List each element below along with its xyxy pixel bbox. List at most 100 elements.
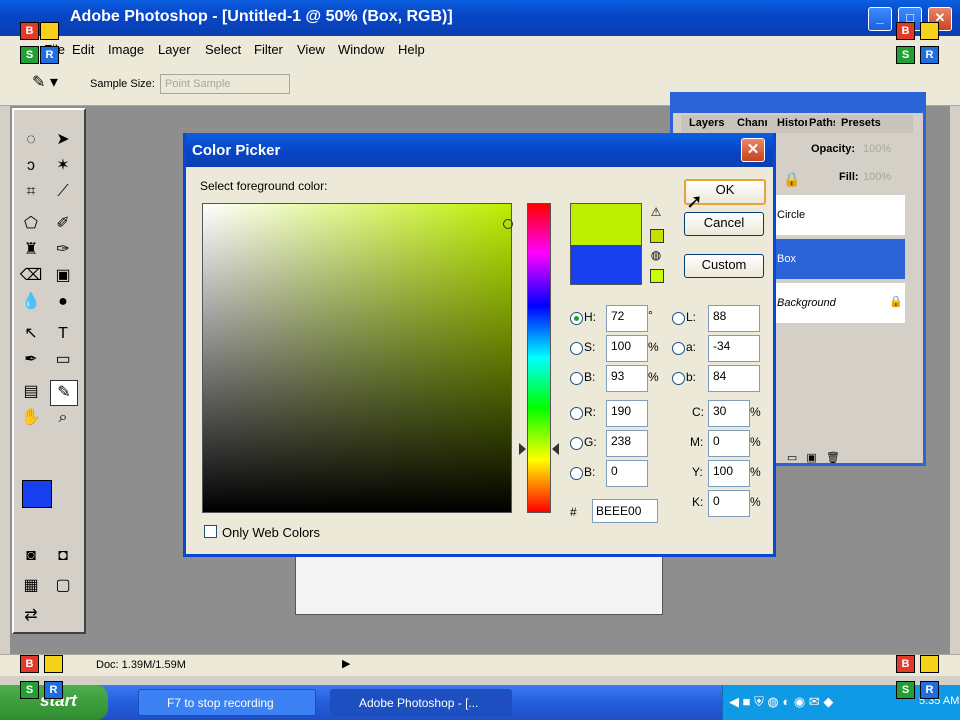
h-field[interactable]: 72 bbox=[606, 305, 648, 332]
menu-view[interactable]: View bbox=[297, 42, 325, 57]
menu-edit[interactable]: Edit bbox=[72, 42, 94, 57]
tab-paths[interactable]: Paths bbox=[809, 117, 835, 129]
blue-field[interactable]: 0 bbox=[606, 460, 648, 487]
dodge-icon[interactable]: ● bbox=[50, 290, 76, 314]
radio-h[interactable] bbox=[570, 312, 583, 325]
type-icon[interactable]: T bbox=[50, 322, 76, 346]
trash-icon[interactable]: 🗑 bbox=[826, 452, 840, 464]
tab-channels[interactable]: Channels bbox=[737, 117, 767, 129]
minimize-icon[interactable]: _ bbox=[868, 7, 892, 31]
hue-slider[interactable] bbox=[527, 203, 551, 513]
radio-s[interactable] bbox=[570, 342, 583, 355]
zoom-icon[interactable]: ⌕ bbox=[50, 406, 76, 430]
standard-mode-icon[interactable]: ◙ bbox=[18, 544, 44, 568]
m-field[interactable]: 0 bbox=[708, 430, 750, 457]
opacity-value[interactable]: 100% bbox=[863, 143, 891, 155]
c-field[interactable]: 30 bbox=[708, 400, 750, 427]
radio-a[interactable] bbox=[672, 342, 685, 355]
menu-select[interactable]: Select bbox=[205, 42, 241, 57]
hue-slider-right-arrow[interactable] bbox=[552, 443, 559, 455]
stamp-icon[interactable]: ♜ bbox=[18, 238, 44, 262]
radio-g[interactable] bbox=[570, 437, 583, 450]
screen-mode-icon[interactable]: ▦ bbox=[18, 574, 44, 598]
y-field[interactable]: 100 bbox=[708, 460, 750, 487]
m-unit: % bbox=[750, 435, 761, 449]
hex-field[interactable]: BEEE00 bbox=[592, 499, 658, 523]
document-canvas[interactable] bbox=[295, 555, 663, 615]
taskbar-item-photoshop[interactable]: Adobe Photoshop - [... bbox=[330, 689, 512, 716]
color-field-cursor[interactable] bbox=[503, 219, 513, 229]
taskbar-item-recording[interactable]: F7 to stop recording bbox=[138, 689, 316, 716]
new-set-icon[interactable]: ▭ bbox=[787, 452, 797, 464]
lab-b-field[interactable]: 84 bbox=[708, 365, 760, 392]
healing-icon[interactable]: ⬠ bbox=[18, 212, 44, 236]
color-field[interactable] bbox=[202, 203, 512, 513]
radio-b[interactable] bbox=[570, 372, 583, 385]
r-field[interactable]: 190 bbox=[606, 400, 648, 427]
radio-l[interactable] bbox=[672, 312, 685, 325]
cancel-button[interactable]: Cancel bbox=[684, 212, 764, 236]
menu-layer[interactable]: Layer bbox=[158, 42, 191, 57]
gamut-swatch[interactable] bbox=[650, 229, 664, 243]
notes-icon[interactable]: ▤ bbox=[18, 380, 44, 404]
brush-icon[interactable]: ✐ bbox=[50, 212, 76, 236]
gradient-icon[interactable]: ▣ bbox=[50, 264, 76, 288]
radio-blue[interactable] bbox=[570, 467, 583, 480]
a-field[interactable]: -34 bbox=[708, 335, 760, 362]
quickmask-mode-icon[interactable]: ◘ bbox=[50, 544, 76, 568]
tab-presets[interactable]: Presets bbox=[841, 117, 881, 129]
fullscreen-mode-icon[interactable]: ▢ bbox=[50, 574, 76, 598]
menu-filter[interactable]: Filter bbox=[254, 42, 283, 57]
select-foreground-label: Select foreground color: bbox=[200, 179, 328, 193]
gamut-warning-icon[interactable]: ⚠ bbox=[649, 205, 663, 219]
path-select-icon[interactable]: ↖ bbox=[18, 322, 44, 346]
sample-size-select[interactable]: Point Sample bbox=[160, 74, 290, 94]
move-icon[interactable]: ➤ bbox=[50, 128, 76, 152]
custom-button[interactable]: Custom bbox=[684, 254, 764, 278]
eyedropper-icon[interactable]: ✎ ▾ bbox=[32, 72, 72, 94]
title-bar[interactable]: Adobe Photoshop - [Untitled-1 @ 50% (Box… bbox=[0, 0, 960, 36]
window-title: Adobe Photoshop - [Untitled-1 @ 50% (Box… bbox=[70, 8, 453, 25]
web-safe-swatch[interactable] bbox=[650, 269, 664, 283]
c-unit: % bbox=[750, 405, 761, 419]
l-field[interactable]: 88 bbox=[708, 305, 760, 332]
status-menu-arrow-icon[interactable]: ▶ bbox=[342, 657, 350, 670]
menu-help[interactable]: Help bbox=[398, 42, 425, 57]
web-safe-warning-icon[interactable]: ◍ bbox=[649, 248, 663, 262]
close-icon[interactable]: ✕ bbox=[741, 138, 765, 162]
g-field[interactable]: 238 bbox=[606, 430, 648, 457]
tray-icons[interactable]: ◀ ■ ⛨ ◍ ◐ ◉ ✉ ◆ bbox=[729, 694, 833, 710]
pen-icon[interactable]: ✒ bbox=[18, 348, 44, 372]
hue-slider-left-arrow[interactable] bbox=[519, 443, 526, 455]
crop-icon[interactable]: ⌗ bbox=[18, 180, 44, 204]
layers-tabs: Layers Channels History Paths Presets bbox=[681, 115, 913, 133]
menu-image[interactable]: Image bbox=[108, 42, 144, 57]
fill-value[interactable]: 100% bbox=[863, 171, 891, 183]
layers-panel-titlebar[interactable] bbox=[673, 95, 923, 113]
k-field[interactable]: 0 bbox=[708, 490, 750, 517]
eraser-icon[interactable]: ⌫ bbox=[18, 264, 44, 288]
magic-wand-icon[interactable]: ✶ bbox=[50, 154, 76, 178]
shape-icon[interactable]: ▭ bbox=[50, 348, 76, 372]
lasso-icon[interactable]: ↄ bbox=[18, 154, 44, 178]
tab-history[interactable]: History bbox=[777, 117, 807, 129]
dialog-titlebar[interactable]: Color Picker ✕ bbox=[186, 133, 773, 167]
blur-icon[interactable]: 💧 bbox=[18, 290, 44, 314]
jump-to-imageready-icon[interactable]: ⇄ bbox=[18, 604, 44, 628]
radio-r[interactable] bbox=[570, 407, 583, 420]
s-field[interactable]: 100 bbox=[606, 335, 648, 362]
b-field[interactable]: 93 bbox=[606, 365, 648, 392]
only-web-colors-checkbox[interactable] bbox=[204, 525, 217, 538]
menu-window[interactable]: Window bbox=[338, 42, 384, 57]
slice-icon[interactable]: ⟋ bbox=[50, 180, 76, 204]
current-color-swatch[interactable] bbox=[570, 245, 642, 285]
radio-lab-b[interactable] bbox=[672, 372, 685, 385]
new-layer-icon[interactable]: ▣ bbox=[806, 452, 816, 464]
hand-icon[interactable]: ✋ bbox=[18, 406, 44, 430]
history-brush-icon[interactable]: ✑ bbox=[50, 238, 76, 262]
tab-layers[interactable]: Layers bbox=[689, 117, 724, 129]
lock-icon[interactable]: 🔒 bbox=[783, 171, 800, 188]
marquee-icon[interactable]: ◌ bbox=[18, 128, 44, 152]
eyedropper-tool-icon[interactable]: ✎ bbox=[50, 380, 78, 406]
foreground-color-swatch[interactable] bbox=[22, 480, 52, 508]
